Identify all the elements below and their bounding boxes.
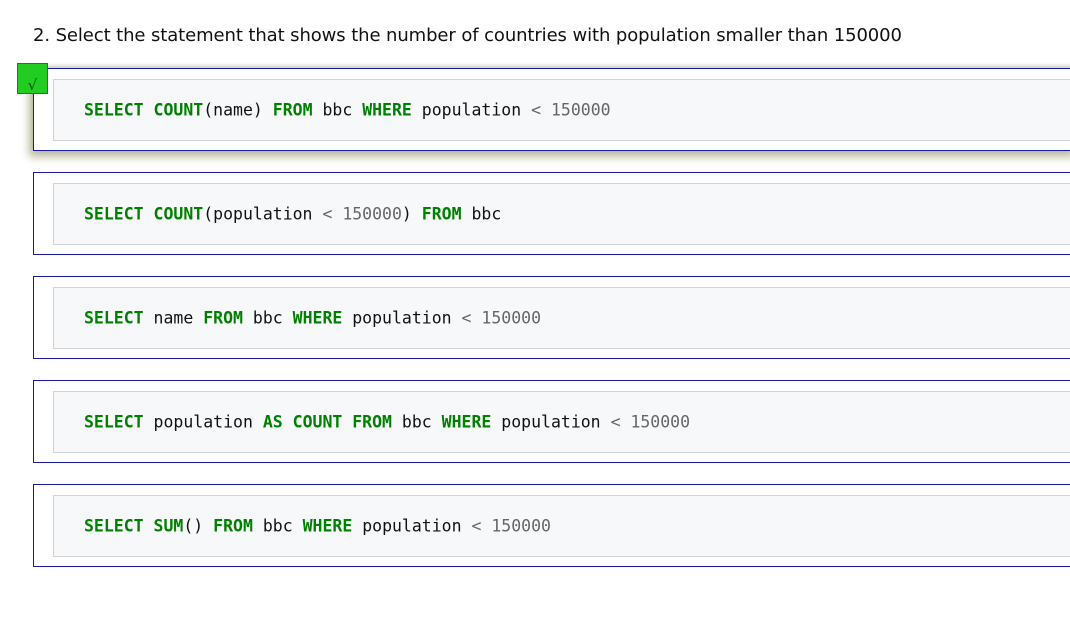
answer-option-1[interactable]: SELECT COUNT(name) FROM bbc WHERE popula…: [33, 68, 1070, 151]
code-block: SELECT SUM() FROM bbc WHERE population <…: [53, 495, 1070, 557]
sql-number: 150000: [550, 100, 611, 120]
sql-keyword: AS: [262, 412, 283, 432]
code-block: SELECT population AS COUNT FROM bbc WHER…: [53, 391, 1070, 453]
sql-text: population: [143, 412, 263, 432]
sql-text: (population: [203, 204, 323, 224]
sql-statement: SELECT population AS COUNT FROM bbc WHER…: [84, 413, 690, 432]
sql-number: 150000: [491, 516, 551, 536]
sql-keyword: WHERE: [441, 412, 492, 432]
sql-statement: SELECT SUM() FROM bbc WHERE population <…: [84, 517, 551, 536]
answer-option-2[interactable]: SELECT COUNT(population < 150000) FROM b…: [33, 172, 1070, 255]
sql-text: bbc: [252, 516, 303, 536]
sql-text: name: [143, 308, 204, 328]
sql-text: ): [401, 204, 422, 224]
sql-keyword: SUM: [153, 516, 184, 536]
answer-option-4[interactable]: SELECT population AS COUNT FROM bbc WHER…: [33, 380, 1070, 463]
answer-option-5[interactable]: SELECT SUM() FROM bbc WHERE population <…: [33, 484, 1070, 567]
sql-text: bbc: [312, 100, 363, 120]
sql-text: population: [352, 516, 472, 536]
selected-check-icon: √: [17, 63, 48, 94]
sql-text: (name): [203, 100, 273, 120]
sql-keyword: COUNT: [153, 204, 204, 224]
sql-keyword: COUNT: [153, 100, 204, 120]
sql-keyword: SELECT: [84, 100, 144, 120]
sql-text: bbc: [242, 308, 293, 328]
code-block: SELECT COUNT(population < 150000) FROM b…: [53, 183, 1070, 245]
sql-operator: <: [610, 412, 621, 432]
sql-text: bbc: [461, 204, 502, 224]
sql-keyword: WHERE: [292, 308, 343, 328]
question-text: 2. Select the statement that shows the n…: [33, 25, 902, 46]
sql-text: bbc: [392, 412, 442, 432]
sql-operator: <: [461, 308, 472, 328]
sql-keyword: SELECT: [84, 412, 144, 432]
sql-statement: SELECT COUNT(name) FROM bbc WHERE popula…: [84, 101, 611, 120]
sql-keyword: FROM: [272, 100, 313, 120]
sql-text: population: [491, 412, 611, 432]
answer-option-3[interactable]: SELECT name FROM bbc WHERE population < …: [33, 276, 1070, 359]
code-block: SELECT COUNT(name) FROM bbc WHERE popula…: [53, 79, 1070, 141]
sql-statement: SELECT name FROM bbc WHERE population < …: [84, 309, 541, 328]
sql-keyword: SELECT: [84, 516, 144, 536]
sql-keyword: SELECT: [84, 308, 144, 328]
sql-keyword: SELECT: [84, 204, 144, 224]
sql-text: (): [183, 516, 214, 536]
sql-keyword: FROM: [421, 204, 462, 224]
sql-number: 150000: [342, 204, 402, 224]
sql-keyword: COUNT: [292, 412, 343, 432]
sql-number: 150000: [630, 412, 691, 432]
code-block: SELECT name FROM bbc WHERE population < …: [53, 287, 1070, 349]
sql-text: population: [342, 308, 462, 328]
sql-number: 150000: [481, 308, 542, 328]
sql-keyword: WHERE: [302, 516, 353, 536]
sql-keyword: FROM: [203, 308, 243, 328]
sql-keyword: FROM: [352, 412, 392, 432]
sql-keyword: FROM: [213, 516, 253, 536]
sql-operator: <: [322, 204, 333, 224]
sql-keyword: WHERE: [362, 100, 412, 120]
sql-operator: <: [531, 100, 542, 120]
sql-operator: <: [471, 516, 482, 536]
sql-text: population: [411, 100, 532, 120]
sql-statement: SELECT COUNT(population < 150000) FROM b…: [84, 205, 501, 224]
